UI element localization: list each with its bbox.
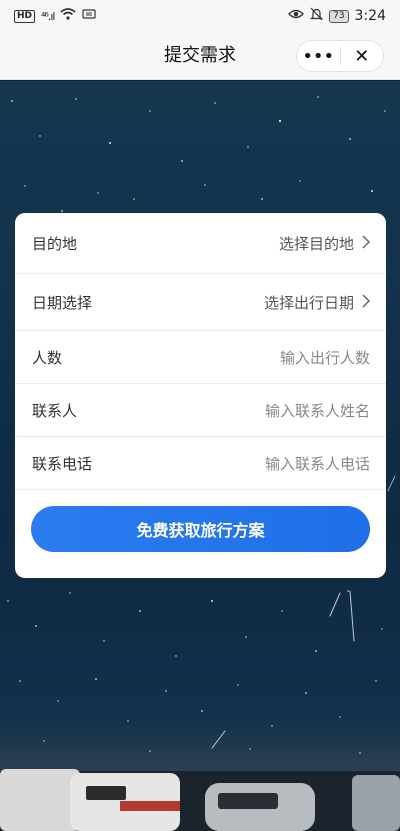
status-left: HD ⁴⁶.ıl	[14, 8, 97, 24]
destination-row[interactable]: 目的地 选择目的地	[15, 213, 386, 273]
destination-select[interactable]: 选择目的地	[278, 233, 371, 254]
destination-label: 目的地	[32, 234, 78, 253]
battery-icon: 73	[329, 9, 349, 23]
destination-value: 选择目的地	[278, 234, 354, 253]
people-label: 人数	[32, 348, 63, 367]
date-select[interactable]: 选择出行日期	[263, 292, 371, 313]
hd-icon: HD	[14, 9, 36, 23]
signal-icon: ⁴⁶.ıl	[41, 9, 55, 23]
status-bar: HD ⁴⁶.ıl 73 3:24	[0, 0, 400, 32]
data-speed-icon	[82, 8, 97, 24]
chevron-right-icon	[362, 234, 371, 253]
more-button[interactable]: •••	[297, 41, 340, 71]
rv-silhouette	[0, 769, 400, 831]
chevron-right-icon	[362, 293, 371, 312]
requirement-form-card: 目的地 选择目的地 日期选择 选择出行日期 人数 输入出行人数 联系人 输入联系…	[15, 213, 386, 578]
contact-name-row: 联系人 输入联系人姓名	[15, 384, 386, 436]
date-label: 日期选择	[32, 293, 93, 312]
contact-phone-input[interactable]: 输入联系人电话	[265, 453, 370, 474]
eye-icon	[288, 8, 305, 24]
contact-phone-row: 联系电话 输入联系人电话	[15, 437, 386, 489]
nav-bar: 提交需求 ••• ✕	[0, 32, 400, 80]
status-right: 73 3:24	[288, 7, 386, 25]
date-row[interactable]: 日期选择 选择出行日期	[15, 274, 386, 330]
submit-button[interactable]: 免费获取旅行方案	[31, 506, 370, 552]
people-input[interactable]: 输入出行人数	[280, 347, 370, 368]
people-row: 人数 输入出行人数	[15, 331, 386, 383]
contact-name-label: 联系人	[32, 401, 78, 420]
row-divider	[15, 489, 386, 490]
status-time: 3:24	[354, 8, 386, 24]
wifi-icon	[60, 8, 76, 24]
mini-program-capsule: ••• ✕	[296, 40, 384, 72]
contact-phone-label: 联系电话	[32, 454, 93, 473]
date-value: 选择出行日期	[263, 293, 354, 312]
mute-icon	[310, 7, 324, 25]
contact-name-input[interactable]: 输入联系人姓名	[265, 400, 370, 421]
close-button[interactable]: ✕	[341, 41, 384, 71]
